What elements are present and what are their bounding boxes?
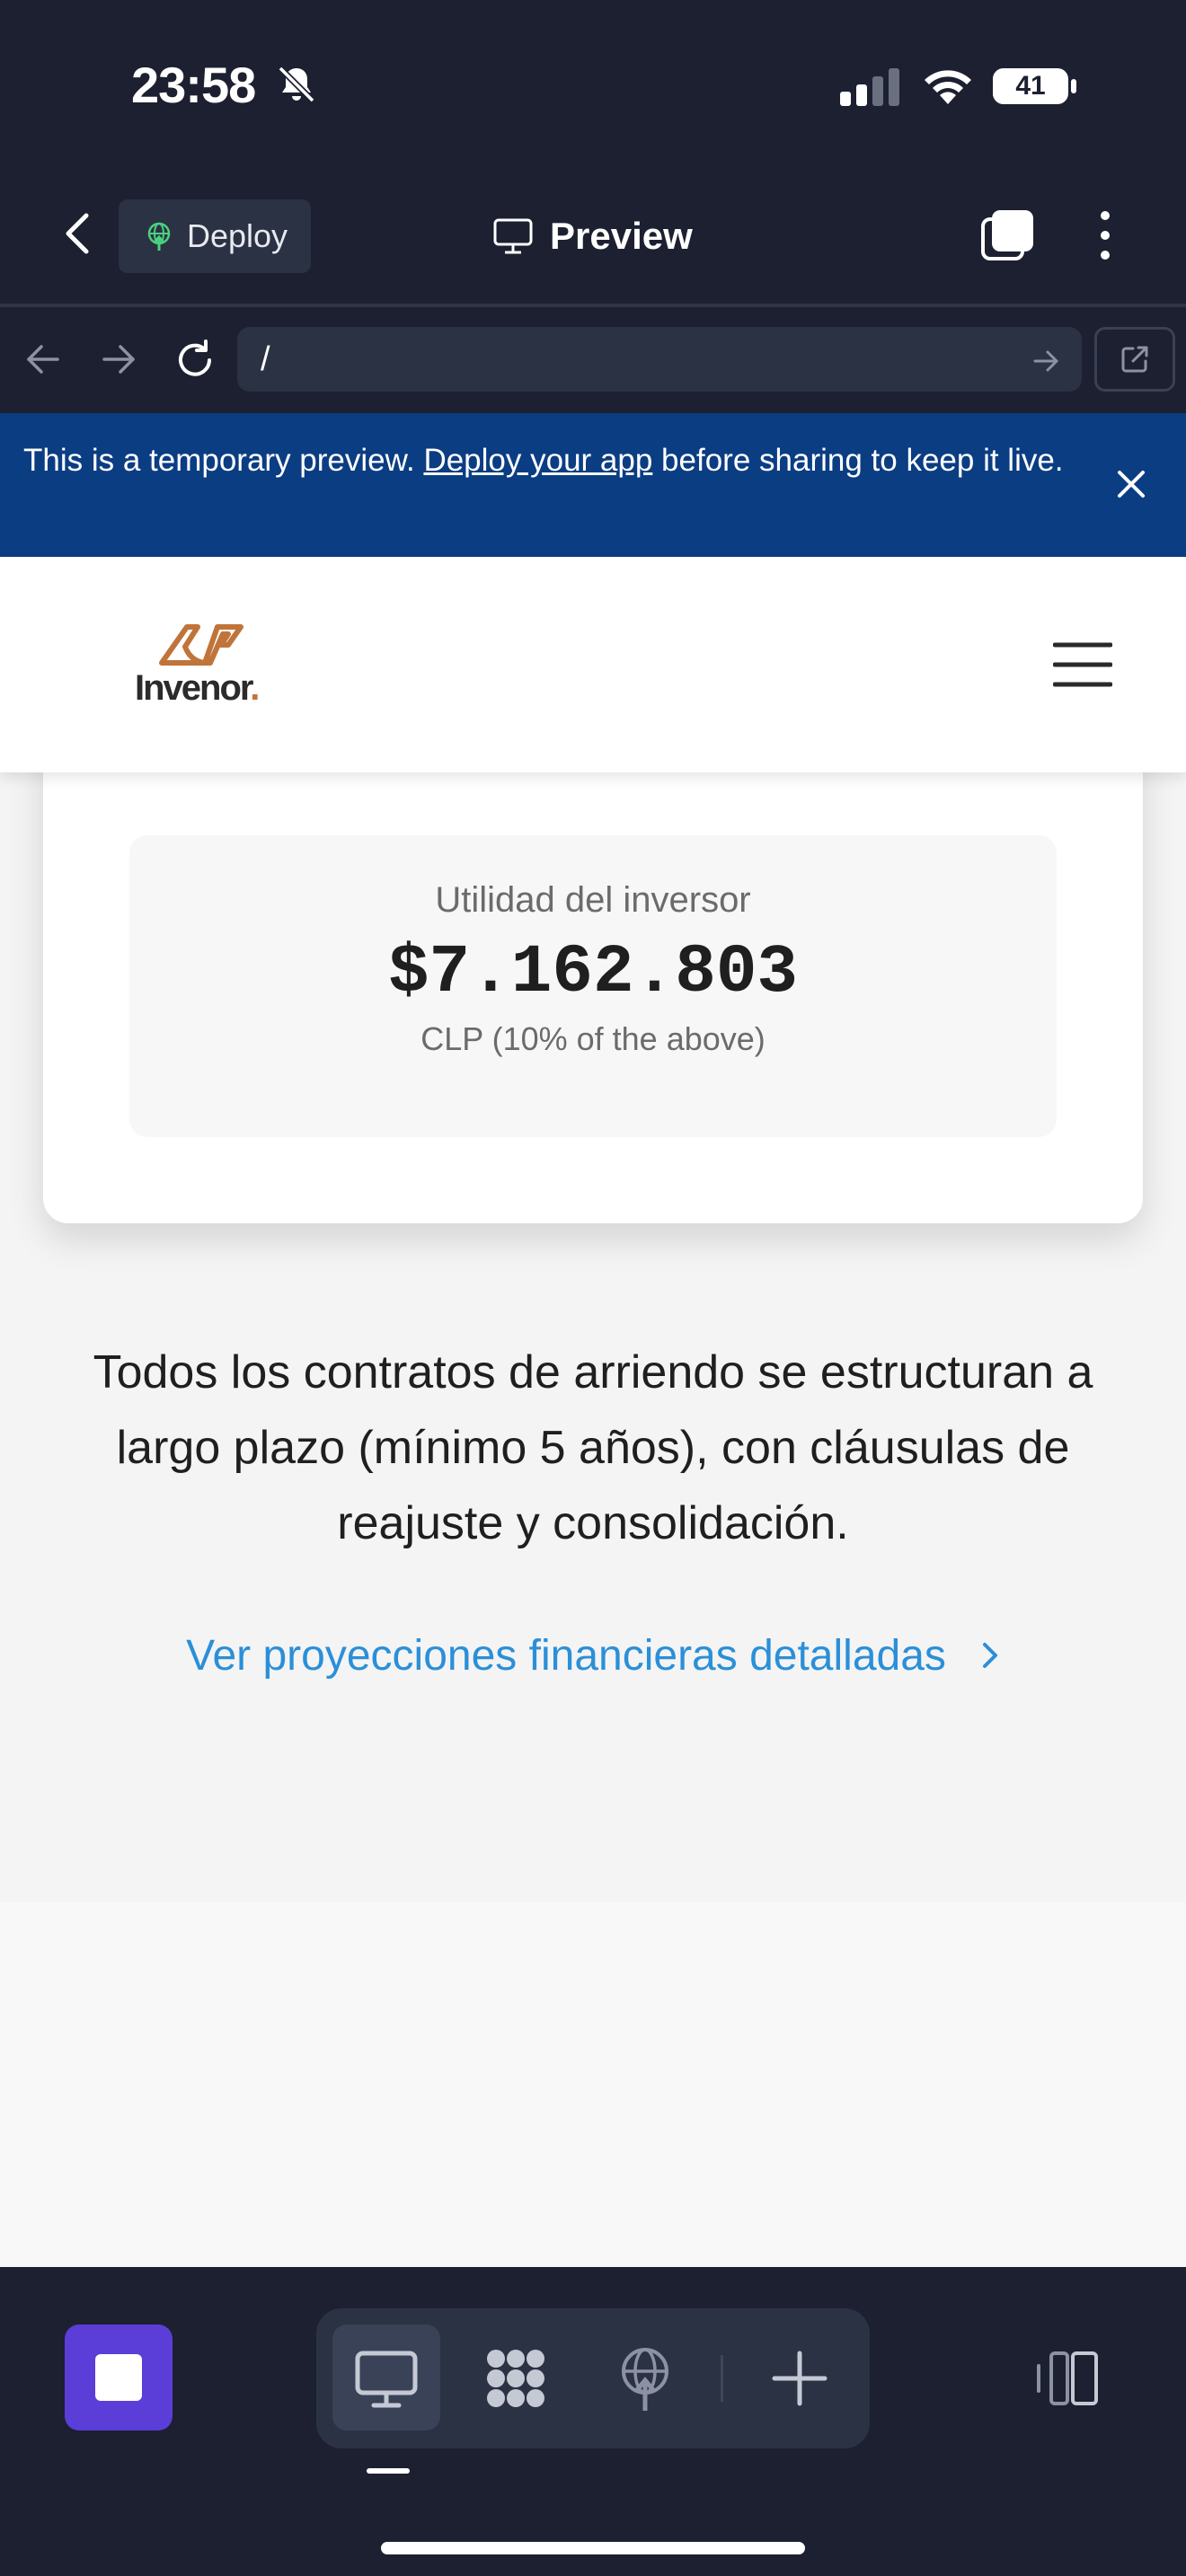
financial-projections-link[interactable]: Ver proyecciones financieras detalladas <box>144 1624 1042 1687</box>
split-panel-icon[interactable] <box>1033 2346 1102 2411</box>
bell-slash-icon <box>278 66 315 103</box>
plus-icon[interactable] <box>766 2344 834 2413</box>
logo-dot: . <box>250 668 260 708</box>
page-footer-space <box>0 1902 1186 2267</box>
banner-text-after: before sharing to keep it live. <box>652 443 1064 478</box>
temporary-preview-banner: This is a temporary preview. Deploy your… <box>0 413 1186 557</box>
toolbar-divider <box>721 2355 723 2402</box>
wifi-icon <box>925 70 971 104</box>
logo-word: Invenor <box>135 668 252 708</box>
monitor-icon[interactable] <box>352 2344 420 2413</box>
hamburger-menu-icon[interactable] <box>1053 640 1112 690</box>
go-arrow-icon[interactable] <box>1030 345 1062 377</box>
home-indicator[interactable] <box>381 2542 805 2554</box>
back-button[interactable] <box>54 207 101 260</box>
reload-icon[interactable] <box>173 338 217 383</box>
cellular-signal-icon <box>840 68 899 106</box>
url-input[interactable]: / <box>237 327 1082 392</box>
chevron-right-icon <box>982 1643 997 1668</box>
external-link-icon <box>1121 346 1148 373</box>
deploy-button[interactable]: Deploy <box>119 199 311 273</box>
preview-title: Preview <box>492 207 693 266</box>
banner-text-before: This is a temporary preview. <box>23 443 424 478</box>
open-external-button[interactable] <box>1094 327 1175 392</box>
close-icon[interactable] <box>1112 465 1150 503</box>
nav-forward-icon[interactable] <box>99 340 138 379</box>
stop-button[interactable] <box>65 2325 173 2430</box>
status-time: 23:58 <box>131 57 256 113</box>
contracts-paragraph: Todos los contratos de arriendo se estru… <box>93 1346 1093 1549</box>
metric-value: $7.162.803 <box>387 934 799 1011</box>
monitor-icon <box>493 218 533 254</box>
header-divider <box>0 304 1186 307</box>
url-text: / <box>261 340 270 378</box>
active-tool-indicator <box>367 2468 410 2474</box>
metric-subtext: CLP (10% of the above) <box>420 1020 766 1057</box>
nav-back-icon[interactable] <box>23 340 63 379</box>
deploy-app-link[interactable]: Deploy your app <box>423 443 652 478</box>
tabs-icon[interactable] <box>979 207 1037 264</box>
grid-apps-icon[interactable] <box>482 2344 550 2413</box>
globe-upload-icon[interactable] <box>611 2344 679 2413</box>
globe-upload-icon <box>147 222 171 251</box>
metric-label: Utilidad del inversor <box>435 880 751 920</box>
battery-level: 41 <box>1015 71 1046 101</box>
battery-indicator: 41 <box>991 65 1079 108</box>
more-options-icon[interactable] <box>1087 207 1123 264</box>
invenor-logo-text[interactable]: Invenor. <box>135 668 260 709</box>
preview-label: Preview <box>550 215 693 257</box>
deploy-label: Deploy <box>187 217 288 254</box>
projections-link-label: Ver proyecciones financieras detalladas <box>186 1631 946 1680</box>
stop-square-icon <box>95 2354 142 2401</box>
